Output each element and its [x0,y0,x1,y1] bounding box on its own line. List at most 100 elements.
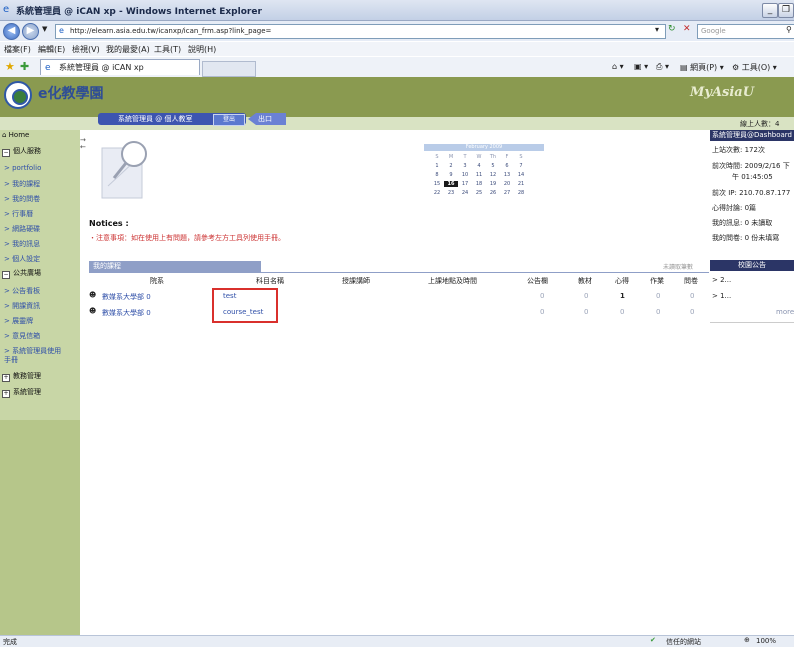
col-material: 教材 [578,277,592,285]
calendar-day[interactable]: 18 [472,181,486,187]
menu-file[interactable]: 檔案(F) [4,44,31,55]
page-icon: e [59,26,64,35]
homework-count[interactable]: 0 [656,292,660,300]
sidebar-item-bulletin[interactable]: > 公告看板 [4,286,40,296]
calendar-day[interactable]: 4 [472,163,486,169]
tab-active[interactable]: e 系統管理員 @ iCAN xp [40,59,200,75]
homework-count[interactable]: 0 [656,308,660,316]
calendar-day[interactable]: 2 [444,163,458,169]
news-item[interactable]: > 1... [712,292,731,300]
sidebar-group-personal[interactable]: − 個人服務 [2,146,41,157]
sidebar-item-course-info[interactable]: > 開課資訊 [4,301,40,311]
sidebar: ⌂ Home − 個人服務 > portfolio > 我的課程 > 我的問卷 >… [0,130,80,635]
sidebar-group-system[interactable]: + 系統管理 [2,387,41,398]
menu-help[interactable]: 說明(H) [188,44,216,55]
survey-count[interactable]: 0 [690,292,694,300]
back-icon[interactable]: ◀ [3,23,20,40]
url-input[interactable]: http://elearn.asia.edu.tw/icanxp/ican_fr… [55,24,666,39]
sidebar-item-portfolio[interactable]: > portfolio [4,164,41,172]
forward-icon[interactable]: ▶ [22,23,39,40]
calendar-day[interactable]: 13 [500,172,514,178]
calendar-day[interactable]: 19 [486,181,500,187]
course-dept[interactable]: 數媒系大學部 0 [102,308,151,318]
calendar-day-today[interactable]: 16 [444,181,458,187]
logout-button[interactable]: 登出 [213,114,245,126]
menu-view[interactable]: 檢視(V) [72,44,100,55]
sidebar-item-settings[interactable]: > 個人設定 [4,254,40,264]
calendar-day[interactable]: 9 [444,172,458,178]
announce-count[interactable]: 0 [540,292,544,300]
sidebar-item-my-surveys[interactable]: > 我的問卷 [4,194,40,204]
tools-menu[interactable]: ⚙ 工具(O) ▾ [732,62,777,73]
calendar-day[interactable]: 26 [486,190,500,196]
sidebar-item-calendar[interactable]: > 行事曆 [4,209,33,219]
print-icon[interactable]: ⎙ ▾ [656,62,669,72]
sidebar-item-my-messages[interactable]: > 我的訊息 [4,239,40,249]
calendar-day[interactable]: 27 [500,190,514,196]
menu-favorites[interactable]: 我的最愛(A) [106,44,150,55]
refresh-icon[interactable]: ↻ [668,24,676,34]
new-tab-button[interactable] [202,61,256,77]
calendar-day[interactable]: 6 [500,163,514,169]
search-icon[interactable]: ⚲ [786,25,792,34]
restore-button[interactable]: ❐ [778,3,794,18]
material-count[interactable]: 0 [584,292,588,300]
search-input[interactable]: Google [697,24,794,39]
calendar-day[interactable]: 21 [514,181,528,187]
calendar-day[interactable]: 24 [458,190,472,196]
calendar-day[interactable]: 14 [514,172,528,178]
calendar-day[interactable]: 10 [458,172,472,178]
sidebar-item-feedback[interactable]: > 意見信箱 [4,331,40,341]
sidebar-item-my-courses[interactable]: > 我的課程 [4,179,40,189]
exit-button[interactable]: 出口 [248,113,286,125]
sidebar-item-home[interactable]: ⌂ Home [2,131,29,139]
dash-last-time-cont: 午 01:45:05 [732,173,773,181]
sidebar-item-admin-manual-cont[interactable]: 手冊 [4,355,18,365]
favorites-star-icon[interactable]: ★ [5,60,15,73]
dash-surveys[interactable]: 我的問卷: 0 份未填寫 [712,233,779,243]
calendar-day[interactable]: 17 [458,181,472,187]
calendar-day[interactable]: 12 [486,172,500,178]
calendar-day[interactable]: 3 [458,163,472,169]
calendar-day[interactable]: 7 [514,163,528,169]
news-item[interactable]: > 2... [712,276,731,284]
history-dropdown-icon[interactable]: ▼ [42,25,47,33]
calendar-day[interactable]: 1 [430,163,444,169]
sidebar-group-academic[interactable]: + 教務管理 [2,371,41,382]
address-dropdown-icon[interactable]: ▾ [655,25,659,34]
stop-icon[interactable]: ✕ [683,24,691,34]
calendar-day[interactable]: 20 [500,181,514,187]
col-homework: 作業 [650,277,664,285]
tab-page-icon: e [45,63,51,73]
tools-menu-label: 工具(O) [741,63,771,72]
sidebar-group-public[interactable]: − 公共廣場 [2,268,41,279]
dash-discussion[interactable]: 心得討論: 0篇 [712,203,756,213]
news-more-link[interactable]: more [776,308,794,316]
minimize-button[interactable]: _ [762,3,778,18]
calendar-day[interactable]: 8 [430,172,444,178]
calendar-day[interactable]: 23 [444,190,458,196]
notes-count[interactable]: 1 [620,292,625,300]
add-favorite-icon[interactable]: ✚ [20,60,29,73]
page-menu[interactable]: ▤ 網頁(P) ▾ [680,62,724,73]
zoom-level[interactable]: 100% [756,637,776,645]
sidebar-item-showcase[interactable]: > 展靈牌 [4,316,33,326]
sidebar-item-web-drive[interactable]: > 網路硬碟 [4,224,40,234]
calendar-day[interactable]: 5 [486,163,500,169]
menu-edit[interactable]: 編輯(E) [38,44,65,55]
calendar-day[interactable]: 22 [430,190,444,196]
menu-tools[interactable]: 工具(T) [154,44,181,55]
news-item-label: 2... [720,276,732,284]
calendar-day[interactable]: 15 [430,181,444,187]
calendar-day[interactable]: 11 [472,172,486,178]
course-dept[interactable]: 數媒系大學部 0 [102,292,151,302]
notes-count[interactable]: 0 [620,308,624,316]
calendar-day[interactable]: 25 [472,190,486,196]
dash-messages[interactable]: 我的訊息: 0 未讀取 [712,218,772,228]
announce-count[interactable]: 0 [540,308,544,316]
calendar-day[interactable]: 28 [514,190,528,196]
home-icon[interactable]: ⌂ ▾ [612,62,624,71]
material-count[interactable]: 0 [584,308,588,316]
survey-count[interactable]: 0 [690,308,694,316]
feeds-icon[interactable]: ▣ ▾ [634,62,648,71]
